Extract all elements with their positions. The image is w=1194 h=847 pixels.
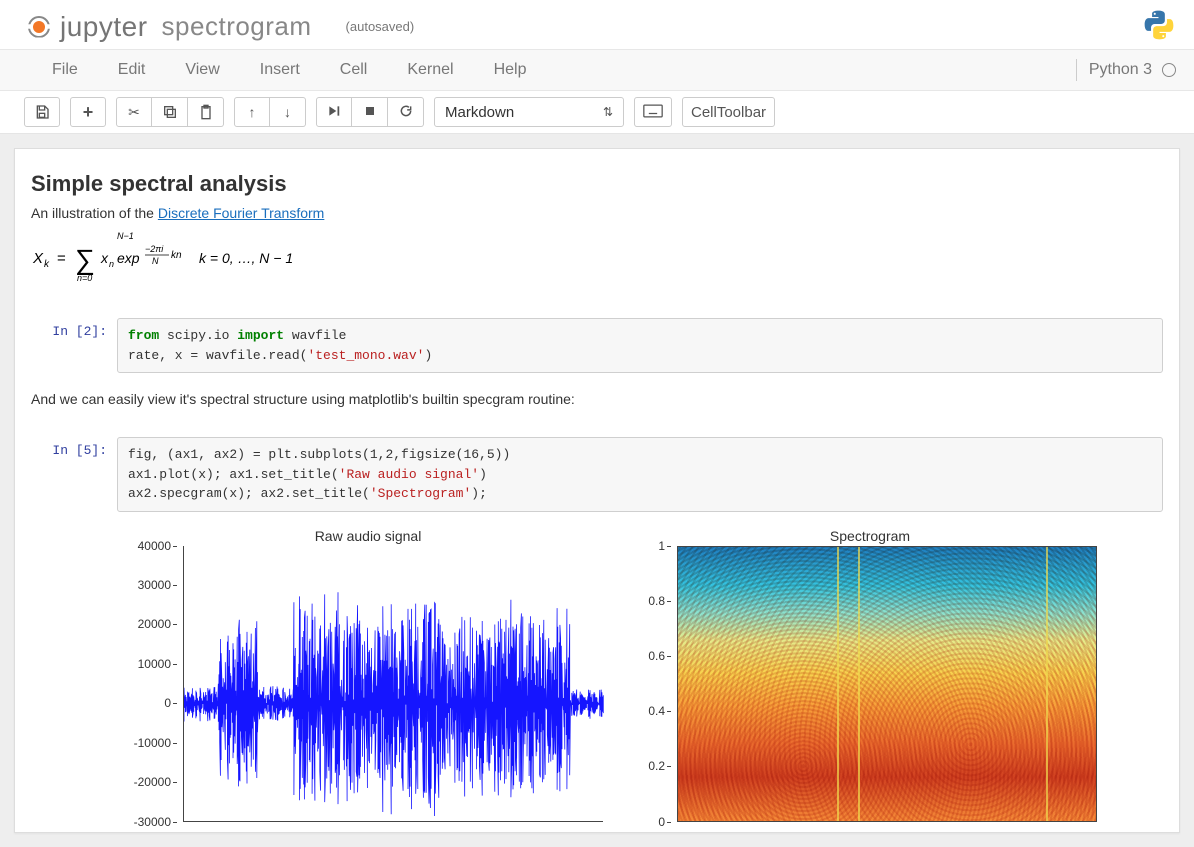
plot2-title: Spectrogram	[643, 528, 1097, 544]
menu-cell[interactable]: Cell	[320, 53, 388, 87]
ytick: 30000	[138, 578, 177, 592]
markdown-cell[interactable]: Simple spectral analysis An illustration…	[21, 159, 1173, 304]
svg-text:n=0: n=0	[77, 273, 92, 283]
code-input[interactable]: from scipy.io import wavfile rate, x = w…	[117, 318, 1163, 373]
svg-text:n: n	[109, 259, 114, 269]
kernel-indicator: Python 3	[1076, 59, 1176, 81]
dft-formula: N−1 X k = ∑ x n exp −2πi N kn k = 0, …, …	[31, 231, 1163, 286]
floppy-icon	[34, 104, 50, 120]
svg-text:k = 0, …, N − 1: k = 0, …, N − 1	[199, 250, 293, 266]
toolbar: + ✂ ↑ ↓	[0, 91, 1194, 134]
ytick: 0.4	[648, 704, 671, 718]
ytick: 0	[658, 815, 671, 829]
svg-text:N−1: N−1	[117, 231, 134, 241]
clipboard-icon	[198, 104, 214, 120]
stop-icon	[364, 104, 376, 120]
ytick: 0.2	[648, 759, 671, 773]
cut-button[interactable]: ✂	[116, 97, 152, 127]
specgram-intro: And we can easily view it's spectral str…	[31, 391, 1163, 407]
notebook-title[interactable]: spectrogram	[162, 11, 312, 42]
restart-kernel-button[interactable]	[388, 97, 424, 127]
menubar: File Edit View Insert Cell Kernel Help P…	[0, 49, 1194, 91]
jupyter-brand-text: jupyter	[60, 11, 148, 43]
svg-text:X: X	[32, 250, 44, 267]
plot1-title: Raw audio signal	[133, 528, 603, 544]
interrupt-kernel-button[interactable]	[352, 97, 388, 127]
dft-link[interactable]: Discrete Fourier Transform	[158, 205, 324, 221]
chevron-updown-icon: ⇅	[603, 105, 613, 119]
svg-text:=: =	[57, 250, 66, 267]
run-cell-button[interactable]	[316, 97, 352, 127]
menu-help[interactable]: Help	[474, 53, 547, 87]
paste-button[interactable]	[188, 97, 224, 127]
notebook-header: jupyter spectrogram (autosaved)	[0, 0, 1194, 49]
plot-raw-audio: Raw audio signal 40000 30000 20000 10000…	[133, 528, 603, 822]
kernel-status-circle-icon	[1162, 63, 1176, 77]
autosave-status: (autosaved)	[346, 19, 415, 34]
arrow-up-icon: ↑	[249, 104, 256, 120]
svg-text:N: N	[152, 256, 159, 266]
move-cell-up-button[interactable]: ↑	[234, 97, 270, 127]
ytick: -30000	[134, 815, 177, 829]
celltype-select[interactable]: Markdown ⇅	[434, 97, 624, 127]
ytick: 20000	[138, 617, 177, 631]
jupyter-logo-icon	[28, 16, 50, 38]
plus-icon: +	[83, 102, 94, 123]
celltype-value: Markdown	[445, 104, 514, 121]
kernel-name: Python 3	[1089, 61, 1152, 79]
arrow-down-icon: ↓	[284, 104, 291, 120]
code-cell[interactable]: In [5]: fig, (ax1, ax2) = plt.subplots(1…	[21, 433, 1173, 516]
spectrogram-canvas	[677, 546, 1097, 822]
output-prompt	[31, 520, 117, 822]
ytick: -20000	[134, 775, 177, 789]
svg-text:exp: exp	[117, 250, 140, 266]
step-forward-icon	[327, 104, 341, 121]
ytick: 0.6	[648, 649, 671, 663]
jupyter-logo[interactable]: jupyter	[28, 11, 148, 43]
command-palette-button[interactable]	[634, 97, 672, 127]
intro-paragraph: An illustration of the Discrete Fourier …	[31, 205, 1163, 221]
notebook: Simple spectral analysis An illustration…	[14, 148, 1180, 833]
menu-view[interactable]: View	[165, 53, 239, 87]
scissors-icon: ✂	[128, 104, 140, 121]
menu-edit[interactable]: Edit	[98, 53, 166, 87]
ytick: 40000	[138, 539, 177, 553]
keyboard-icon	[643, 104, 663, 121]
input-prompt: In [2]:	[31, 318, 117, 373]
plots-container: Raw audio signal 40000 30000 20000 10000…	[117, 520, 1097, 822]
menu-insert[interactable]: Insert	[240, 53, 320, 87]
move-cell-down-button[interactable]: ↓	[270, 97, 306, 127]
code-cell[interactable]: In [2]: from scipy.io import wavfile rat…	[21, 314, 1173, 377]
code-input[interactable]: fig, (ax1, ax2) = plt.subplots(1,2,figsi…	[117, 437, 1163, 512]
cell-toolbar-button[interactable]: CellToolbar	[682, 97, 775, 127]
menu-kernel[interactable]: Kernel	[387, 53, 473, 87]
svg-text:−2πi: −2πi	[145, 244, 164, 254]
svg-text:kn: kn	[171, 250, 182, 261]
save-button[interactable]	[24, 97, 60, 127]
python-logo-icon	[1142, 8, 1176, 45]
waveform-svg	[184, 546, 604, 822]
svg-text:∑: ∑	[75, 244, 95, 275]
ytick: -10000	[134, 736, 177, 750]
notebook-container: Simple spectral analysis An illustration…	[0, 134, 1194, 847]
svg-text:k: k	[44, 259, 50, 270]
ytick: 1	[658, 539, 671, 553]
markdown-cell[interactable]: And we can easily view it's spectral str…	[21, 377, 1173, 423]
ytick: 10000	[138, 657, 177, 671]
copy-icon	[162, 104, 178, 120]
input-prompt: In [5]:	[31, 437, 117, 512]
cell-toolbar-label: CellToolbar	[691, 104, 766, 121]
plot-spectrogram: Spectrogram 1 0.8 0.6 0.4 0.2 0	[643, 528, 1097, 822]
menu-file[interactable]: File	[32, 53, 98, 87]
svg-text:x: x	[100, 250, 109, 266]
copy-button[interactable]	[152, 97, 188, 127]
refresh-icon	[399, 104, 413, 121]
ytick: 0.8	[648, 594, 671, 608]
output-cell: Raw audio signal 40000 30000 20000 10000…	[21, 516, 1173, 826]
heading-spectral-analysis: Simple spectral analysis	[31, 171, 1163, 197]
insert-cell-below-button[interactable]: +	[70, 97, 106, 127]
ytick: 0	[164, 696, 177, 710]
